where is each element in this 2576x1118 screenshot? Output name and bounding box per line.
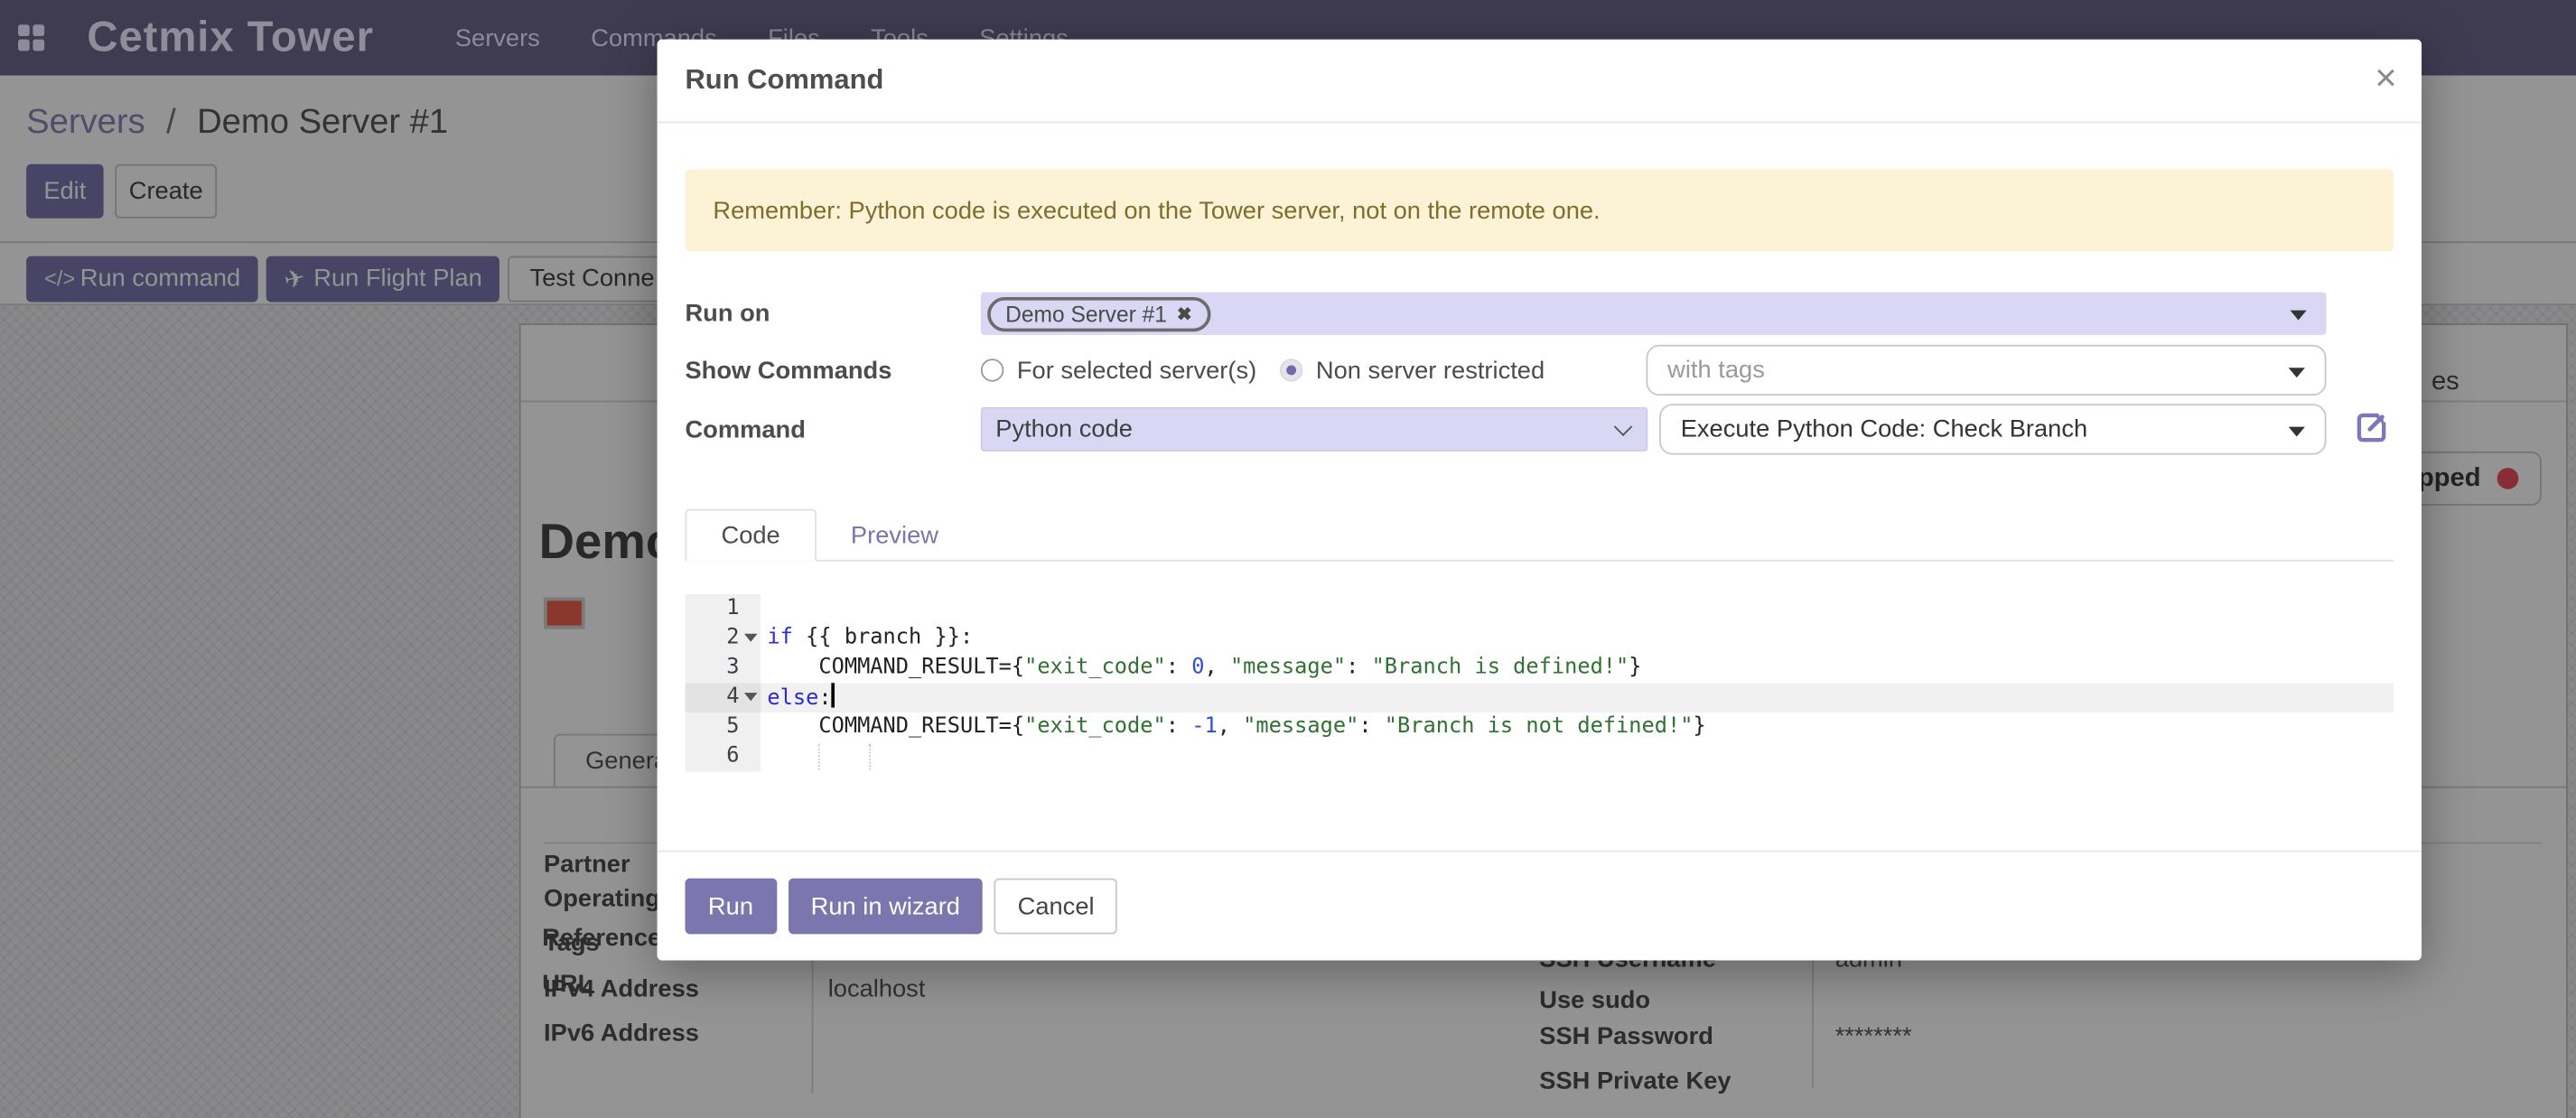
server-tag: Demo Server #1 ✖ <box>987 296 1209 331</box>
tab-code[interactable]: Code <box>685 509 816 562</box>
show-commands-row: Show Commands For selected server(s) Non … <box>685 345 2394 396</box>
editor-line[interactable]: 3 COMMAND_RESULT={"exit_code": 0, "messa… <box>685 654 2394 684</box>
editor-gutter-cell: 1 <box>685 594 761 624</box>
radio-unselected-icon[interactable] <box>981 359 1003 381</box>
editor-line[interactable]: 5 COMMAND_RESULT={"exit_code": -1, "mess… <box>685 713 2394 742</box>
close-icon[interactable]: × <box>2375 54 2396 100</box>
command-type-value: Python code <box>995 415 1133 443</box>
indent-guide <box>869 744 871 770</box>
fold-arrow-icon[interactable] <box>744 634 758 642</box>
server-tag-label: Demo Server #1 <box>1005 302 1167 326</box>
cancel-button[interactable]: Cancel <box>994 879 1117 935</box>
chevron-down-icon <box>1614 416 1633 435</box>
editor-line-content <box>761 594 2394 624</box>
editor-line[interactable]: 1 <box>685 594 2394 624</box>
radio-option-label: Non server restricted <box>1316 356 1545 384</box>
chevron-down-icon <box>2291 311 2307 321</box>
modal-title: Run Command <box>685 64 883 97</box>
radio-option[interactable]: Non server restricted <box>1280 356 1545 384</box>
radio-selected-icon[interactable] <box>1280 359 1302 381</box>
run-on-label: Run on <box>685 300 770 328</box>
chevron-down-icon <box>2289 426 2305 436</box>
editor-line-content: COMMAND_RESULT={"exit_code": 0, "message… <box>761 654 2394 684</box>
editor-line-content: COMMAND_RESULT={"exit_code": -1, "messag… <box>761 713 2394 742</box>
screenshot-root: Servers / Demo Server #1 Edit Create </>… <box>0 0 2576 1118</box>
modal-body: Remember: Python code is executed on the… <box>658 169 2422 771</box>
run-on-field[interactable]: Demo Server #1 ✖ <box>981 293 2327 335</box>
text-cursor <box>832 683 835 707</box>
command-reference-value: Execute Python Code: Check Branch <box>1681 415 2087 443</box>
editor-line-content: if {{ branch }}: <box>761 624 2394 654</box>
apps-grid-icon[interactable] <box>18 24 44 51</box>
editor-gutter-cell: 4 <box>685 683 761 713</box>
show-commands-label: Show Commands <box>685 356 891 384</box>
editor-line-content: else: <box>761 683 2394 713</box>
with-tags-select[interactable]: with tags <box>1647 345 2327 396</box>
modal-footer: Run Run in wizard Cancel <box>658 851 2422 961</box>
tag-remove-icon[interactable]: ✖ <box>1177 303 1192 324</box>
editor-gutter-cell: 6 <box>685 742 761 772</box>
editor-line[interactable]: 2if {{ branch }}: <box>685 624 2394 654</box>
run-in-wizard-button[interactable]: Run in wizard <box>788 879 983 935</box>
command-row: Command Python code Execute Python Code:… <box>685 404 2394 454</box>
run-on-row: Run on Demo Server #1 ✖ <box>685 293 2394 335</box>
code-editor[interactable]: 12if {{ branch }}:3 COMMAND_RESULT={"exi… <box>685 594 2394 771</box>
command-label: Command <box>685 415 805 443</box>
warning-banner: Remember: Python code is executed on the… <box>685 169 2394 251</box>
with-tags-placeholder: with tags <box>1667 356 1765 384</box>
code-preview-tabs: CodePreview <box>685 509 2394 562</box>
modal-header: Run Command × <box>658 40 2422 124</box>
run-button[interactable]: Run <box>685 879 776 935</box>
editor-line-content <box>761 742 2394 772</box>
brand-title[interactable]: Cetmix Tower <box>87 12 374 62</box>
stage: Servers / Demo Server #1 Edit Create </>… <box>0 0 2576 1118</box>
fold-arrow-icon[interactable] <box>744 693 758 701</box>
external-link-icon[interactable] <box>2354 410 2388 444</box>
run-command-modal: Run Command × Remember: Python code is e… <box>658 40 2422 961</box>
editor-gutter-cell: 2 <box>685 624 761 654</box>
radio-option-label: For selected server(s) <box>1017 356 1256 384</box>
tab-preview[interactable]: Preview <box>817 509 973 562</box>
editor-gutter-cell: 3 <box>685 654 761 684</box>
warning-text: Remember: Python code is executed on the… <box>713 196 1600 224</box>
radio-option[interactable]: For selected server(s) <box>981 356 1256 384</box>
indent-guide <box>818 744 820 770</box>
command-type-select[interactable]: Python code <box>981 407 1647 452</box>
command-reference-select[interactable]: Execute Python Code: Check Branch <box>1659 404 2326 454</box>
editor-line[interactable]: 6 <box>685 742 2394 772</box>
menu-item-servers[interactable]: Servers <box>455 23 540 51</box>
editor-gutter-cell: 5 <box>685 713 761 742</box>
chevron-down-icon <box>2289 367 2305 377</box>
editor-line[interactable]: 4else: <box>685 683 2394 713</box>
